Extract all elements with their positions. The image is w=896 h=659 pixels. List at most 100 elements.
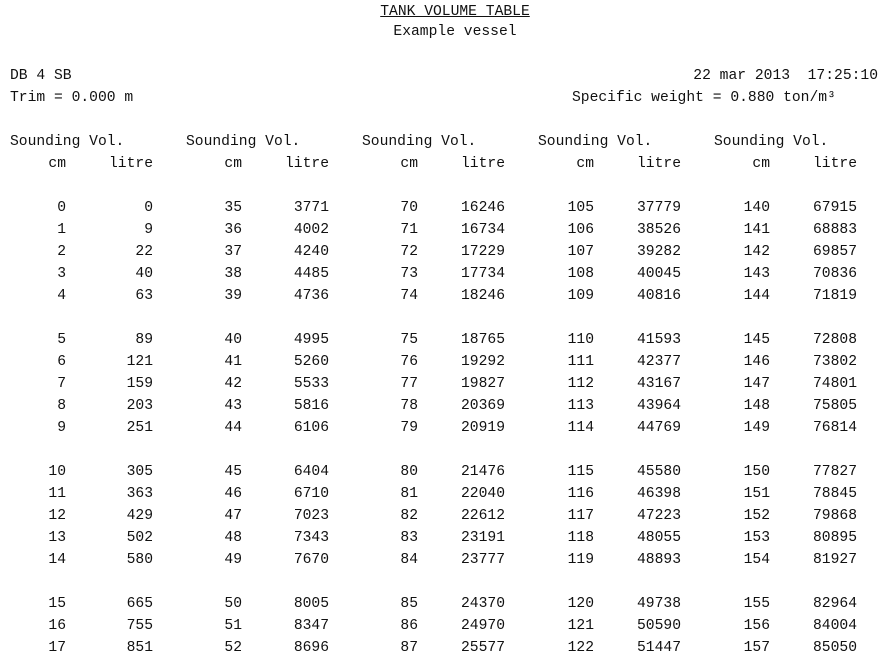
sounding-cell: 87: [400, 640, 418, 656]
volume-cell: 665: [126, 596, 153, 612]
volume-cell: 7343: [293, 530, 329, 546]
sounding-cell: 109: [567, 288, 594, 304]
volume-cell: 73802: [813, 354, 857, 370]
sounding-cell: 147: [743, 376, 770, 392]
volume-cell: 0: [144, 200, 153, 216]
volume-cell: 24970: [461, 618, 505, 634]
column-header: Sounding Vol.: [10, 134, 125, 150]
date-time: 22 mar 2013 17:25:10: [693, 68, 878, 84]
table-row: 106 38526: [538, 219, 714, 241]
sounding-cell: 7: [57, 376, 66, 392]
table-row: 14 580: [10, 549, 186, 571]
table-row: 81 22040: [362, 483, 538, 505]
table-row: 142 69857: [714, 241, 890, 263]
unit-volume: litre: [109, 156, 153, 172]
table-row: 116 46398: [538, 483, 714, 505]
volume-cell: 40: [135, 266, 153, 282]
sounding-cell: 119: [567, 552, 594, 568]
table-row: 40 4995: [186, 329, 362, 351]
sounding-cell: 71: [400, 222, 418, 238]
sounding-cell: 70: [400, 200, 418, 216]
sounding-cell: 154: [743, 552, 770, 568]
table-row: 49 7670: [186, 549, 362, 571]
table-row: 153 80895: [714, 527, 890, 549]
table-row: 141 68883: [714, 219, 890, 241]
volume-cell: 41593: [637, 332, 681, 348]
table-row: 39 4736: [186, 285, 362, 307]
table-row: 156 84004: [714, 615, 890, 637]
sounding-cell: 6: [57, 354, 66, 370]
sounding-cell: 75: [400, 332, 418, 348]
volume-cell: 5533: [293, 376, 329, 392]
table-row: 8 203: [10, 395, 186, 417]
volume-cell: 121: [126, 354, 153, 370]
sounding-cell: 85: [400, 596, 418, 612]
table-row: 13 502: [10, 527, 186, 549]
table-row: 10 305: [10, 461, 186, 483]
table-row: 45 6404: [186, 461, 362, 483]
table-row: 17 851: [10, 637, 186, 659]
sounding-cell: 37: [224, 244, 242, 260]
sounding-cell: 13: [48, 530, 66, 546]
volume-cell: 48055: [637, 530, 681, 546]
sounding-cell: 145: [743, 332, 770, 348]
sounding-cell: 15: [48, 596, 66, 612]
volume-cell: 19827: [461, 376, 505, 392]
sounding-cell: 11: [48, 486, 66, 502]
table-row: 109 40816: [538, 285, 714, 307]
sounding-cell: 121: [567, 618, 594, 634]
volume-cell: 51447: [637, 640, 681, 656]
table-row: 122 51447: [538, 637, 714, 659]
volume-cell: 42377: [637, 354, 681, 370]
table-row: 154 81927: [714, 549, 890, 571]
volume-cell: 77827: [813, 464, 857, 480]
volume-cell: 17734: [461, 266, 505, 282]
sounding-cell: 148: [743, 398, 770, 414]
specific-weight: Specific weight = 0.880 ton/m³: [572, 90, 836, 106]
volume-cell: 79868: [813, 508, 857, 524]
volume-cell: 74801: [813, 376, 857, 392]
unit-sounding: cm: [224, 156, 242, 172]
sounding-cell: 36: [224, 222, 242, 238]
table-row: 87 25577: [362, 637, 538, 659]
sounding-cell: 8: [57, 398, 66, 414]
table-row: 75 18765: [362, 329, 538, 351]
table-row: 86 24970: [362, 615, 538, 637]
sounding-cell: 48: [224, 530, 242, 546]
volume-cell: 67915: [813, 200, 857, 216]
volume-cell: 4995: [293, 332, 329, 348]
sounding-cell: 150: [743, 464, 770, 480]
volume-cell: 16246: [461, 200, 505, 216]
sounding-cell: 80: [400, 464, 418, 480]
document-subtitle: Example vessel: [393, 24, 517, 40]
volume-cell: 3771: [293, 200, 329, 216]
table-row: 121 50590: [538, 615, 714, 637]
sounding-cell: 106: [567, 222, 594, 238]
volume-cell: 20919: [461, 420, 505, 436]
table-row: 46 6710: [186, 483, 362, 505]
volume-cell: 9: [144, 222, 153, 238]
volume-cell: 851: [126, 640, 153, 656]
volume-cell: 203: [126, 398, 153, 414]
table-block: Sounding Vol. cm litre 35 3771 36 4002 37 4240 38…: [186, 131, 362, 659]
volume-cell: 45580: [637, 464, 681, 480]
volume-cell: 8347: [293, 618, 329, 634]
table-row: 15 665: [10, 593, 186, 615]
volume-cell: 48893: [637, 552, 681, 568]
unit-volume: litre: [637, 156, 681, 172]
sounding-cell: 155: [743, 596, 770, 612]
unit-sounding: cm: [400, 156, 418, 172]
sounding-cell: 0: [57, 200, 66, 216]
sounding-cell: 44: [224, 420, 242, 436]
volume-cell: 49738: [637, 596, 681, 612]
table-block: Sounding Vol. cm litre 0 0 1 9 2 22 3 40 4 63 5 89 6 121…: [10, 131, 186, 659]
sounding-cell: 10: [48, 464, 66, 480]
table-row: 80 21476: [362, 461, 538, 483]
sounding-cell: 39: [224, 288, 242, 304]
table-row: 114 44769: [538, 417, 714, 439]
sounding-cell: 149: [743, 420, 770, 436]
sounding-cell: 17: [48, 640, 66, 656]
column-header: Sounding Vol.: [362, 134, 477, 150]
column-header: Sounding Vol.: [714, 134, 829, 150]
volume-cell: 40816: [637, 288, 681, 304]
